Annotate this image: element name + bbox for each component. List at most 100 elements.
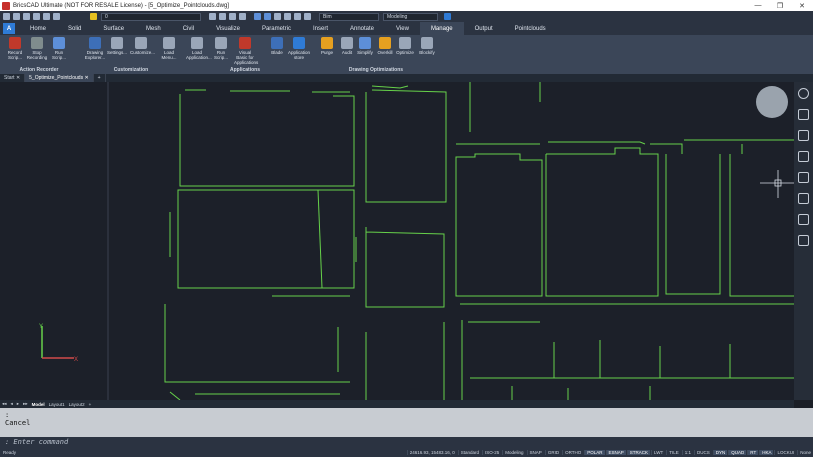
render-icon[interactable] (264, 13, 271, 20)
layer-icon[interactable] (90, 13, 97, 20)
redo-icon[interactable] (53, 13, 60, 20)
status-polar[interactable]: POLAR (584, 450, 605, 455)
application-menu-button[interactable]: A (3, 23, 15, 34)
match-props-icon[interactable] (209, 13, 216, 20)
view-icon[interactable] (254, 13, 261, 20)
visual-style-icon[interactable] (274, 13, 281, 20)
run-button[interactable]: Run Scrip... (48, 37, 70, 67)
tab-pointclouds[interactable]: Pointclouds (504, 22, 557, 35)
simplify-button[interactable]: Simplify (354, 37, 376, 67)
add-layout-button[interactable]: + (87, 402, 94, 407)
tab-mesh[interactable]: Mesh (135, 22, 172, 35)
status-lockui[interactable]: LOCKUI (774, 450, 796, 455)
status-snap[interactable]: SNAP (526, 450, 544, 455)
minimize-button[interactable]: — (747, 2, 769, 9)
structure-icon[interactable] (798, 214, 809, 225)
tab-parametric[interactable]: Parametric (251, 22, 302, 35)
tab-visualize[interactable]: Visualize (205, 22, 251, 35)
status-standard[interactable]: Standard (457, 450, 481, 455)
status-tile[interactable]: TILE (666, 450, 681, 455)
tab-manage[interactable]: Manage (419, 22, 464, 35)
status-esnap[interactable]: ESNAP (605, 450, 626, 455)
linetype-combo[interactable]: Bim (319, 12, 379, 21)
new-icon[interactable] (3, 13, 10, 20)
attachments-icon[interactable] (798, 151, 809, 162)
grid-icon[interactable] (239, 13, 246, 20)
tab-start[interactable]: Start ✕ (0, 74, 26, 82)
tab-view[interactable]: View (385, 22, 420, 35)
status-hka[interactable]: HKA (759, 450, 774, 455)
maximize-button[interactable]: ❐ (769, 2, 791, 10)
load-menu-button[interactable]: Load Menu... (158, 37, 180, 67)
explorer-button[interactable]: Drawing Explorer... (84, 37, 106, 67)
settings-button[interactable]: Settings... (106, 37, 128, 67)
tab-solid[interactable]: Solid (57, 22, 92, 35)
tab-drawing[interactable]: 5_Optimize_Pointclouds ✕ (25, 74, 94, 82)
customize-button[interactable]: Customize... (130, 37, 155, 67)
status-strack[interactable]: STRACK (626, 450, 651, 455)
load-app-button[interactable]: Load Application... (186, 37, 212, 67)
status-ortho[interactable]: ORTHO (562, 450, 583, 455)
first-layout-icon[interactable]: ◂◂ (0, 401, 9, 407)
tab-model[interactable]: Model (30, 402, 47, 407)
close-icon[interactable]: ✕ (84, 75, 88, 81)
command-input[interactable]: : Enter command (0, 437, 813, 448)
save-icon[interactable] (23, 13, 30, 20)
zoom-icon[interactable] (294, 13, 301, 20)
drawing-canvas[interactable]: Y X (0, 82, 794, 400)
open-icon[interactable] (13, 13, 20, 20)
tab-annotate[interactable]: Annotate (339, 22, 385, 35)
status-grid[interactable]: GRID (544, 450, 561, 455)
status-dyn[interactable]: DYN (712, 450, 728, 455)
status-quad[interactable]: QUAD (728, 450, 747, 455)
app-store-button[interactable]: Application store (288, 37, 310, 67)
add-tab-button[interactable]: + (94, 74, 106, 82)
layers-icon[interactable] (798, 130, 809, 141)
drawing-viewport[interactable]: Y X (0, 82, 794, 400)
pan-icon[interactable] (304, 13, 311, 20)
measure-icon[interactable] (284, 13, 291, 20)
vba-button[interactable]: Visual Basic for Applications (234, 37, 258, 67)
close-button[interactable]: ✕ (791, 2, 813, 10)
overkill-button[interactable]: Overkill (374, 37, 396, 67)
record-button[interactable]: Record Scrip... (4, 37, 26, 67)
last-layout-icon[interactable]: ▸▸ (21, 401, 30, 407)
layer-combo[interactable]: 0 (101, 12, 201, 21)
drawing-explorer-icon[interactable] (798, 172, 809, 183)
optimize-button[interactable]: Optimize (394, 37, 416, 67)
status-lwt[interactable]: LWT (651, 450, 665, 455)
tab-output[interactable]: Output (464, 22, 504, 35)
blockify-button[interactable]: Blockify (416, 37, 438, 67)
status-rt[interactable]: RT (747, 450, 759, 455)
purge-button[interactable]: Purge (316, 37, 338, 67)
look-from-widget-icon[interactable] (756, 86, 788, 118)
workspace-combo[interactable]: Modeling (383, 12, 438, 21)
undo-icon[interactable] (43, 13, 50, 20)
lightbulb-icon[interactable] (798, 88, 809, 99)
status-none[interactable]: None (797, 450, 813, 455)
status-iso-25[interactable]: ISO-25 (482, 450, 501, 455)
overkill-icon (379, 37, 391, 49)
snap-icon[interactable] (229, 13, 236, 20)
properties-icon[interactable] (798, 109, 809, 120)
blade-button[interactable]: Blade (266, 37, 288, 67)
help-icon[interactable] (444, 13, 451, 20)
stop-button[interactable]: Stop Recording (26, 37, 48, 67)
select-icon[interactable] (219, 13, 226, 20)
tab-civil[interactable]: Civil (172, 22, 205, 35)
status-ducs[interactable]: DUCS (693, 450, 712, 455)
status-1-1[interactable]: 1:1 (681, 450, 693, 455)
run-script-button[interactable]: Run Scrip... (210, 37, 232, 67)
tab-home[interactable]: Home (19, 22, 57, 35)
tab-surface[interactable]: Surface (92, 22, 135, 35)
tab-insert[interactable]: Insert (302, 22, 339, 35)
tab-layout1[interactable]: Layout1 (47, 402, 67, 407)
tab-layout2[interactable]: Layout2 (67, 402, 87, 407)
status-modeling[interactable]: Modeling (502, 450, 525, 455)
document-tabs: Start ✕ 5_Optimize_Pointclouds ✕ + (0, 74, 813, 82)
close-icon[interactable]: ✕ (16, 75, 20, 81)
formula-icon[interactable] (798, 193, 809, 204)
print-icon[interactable] (33, 13, 40, 20)
cloud-icon[interactable] (798, 235, 809, 246)
command-scrollbar[interactable] (794, 408, 813, 437)
